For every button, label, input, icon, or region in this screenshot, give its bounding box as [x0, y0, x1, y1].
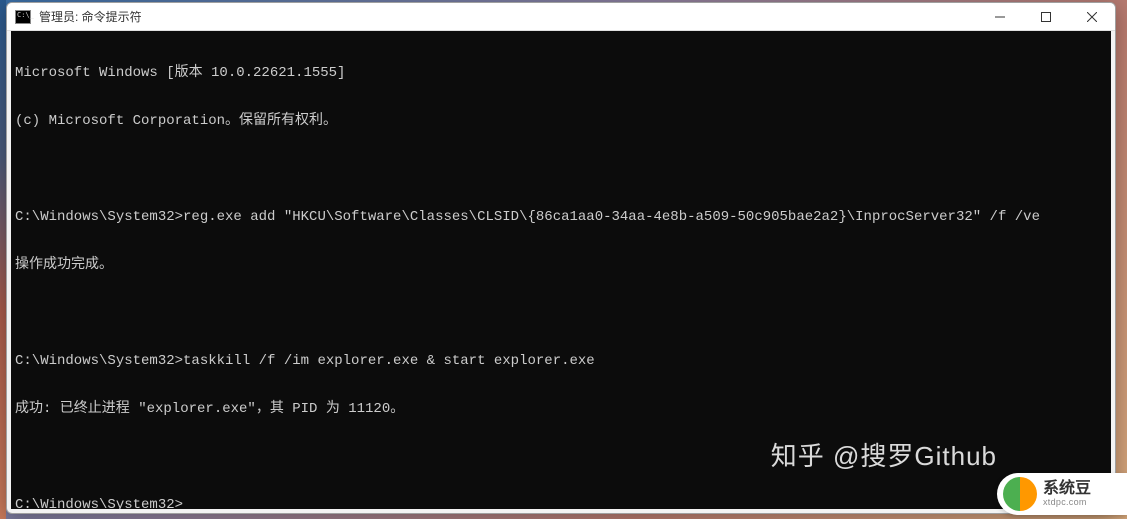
close-icon — [1087, 12, 1097, 22]
terminal-output: C:\Windows\System32>reg.exe add "HKCU\So… — [15, 209, 1107, 225]
terminal-prompt-line: C:\Windows\System32> — [15, 497, 1107, 509]
cmd-icon — [15, 10, 31, 24]
terminal-output — [15, 161, 1107, 177]
terminal-output: Microsoft Windows [版本 10.0.22621.1555] — [15, 65, 1107, 81]
badge-logo-icon — [1003, 477, 1037, 511]
maximize-button[interactable] — [1023, 3, 1069, 31]
terminal-output: (c) Microsoft Corporation。保留所有权利。 — [15, 113, 1107, 129]
window-controls — [977, 3, 1115, 31]
maximize-icon — [1041, 12, 1051, 22]
site-badge: 系统豆 xtdpc.com — [997, 473, 1127, 515]
cursor — [183, 499, 191, 509]
titlebar[interactable]: 管理员: 命令提示符 — [7, 3, 1115, 31]
close-button[interactable] — [1069, 3, 1115, 31]
terminal-prompt: C:\Windows\System32> — [15, 497, 183, 509]
watermark-text: 知乎 @搜罗Github — [771, 436, 997, 473]
terminal-output — [15, 305, 1107, 321]
terminal-output: 操作成功完成。 — [15, 257, 1107, 273]
window-title: 管理员: 命令提示符 — [39, 8, 142, 25]
terminal-output: C:\Windows\System32>taskkill /f /im expl… — [15, 353, 1107, 369]
minimize-icon — [995, 12, 1005, 22]
badge-text: 系统豆 xtdpc.com — [1043, 480, 1091, 507]
terminal-output: 成功: 已终止进程 "explorer.exe"，其 PID 为 11120。 — [15, 401, 1107, 417]
badge-subtitle: xtdpc.com — [1043, 498, 1091, 508]
badge-title: 系统豆 — [1043, 480, 1091, 498]
minimize-button[interactable] — [977, 3, 1023, 31]
